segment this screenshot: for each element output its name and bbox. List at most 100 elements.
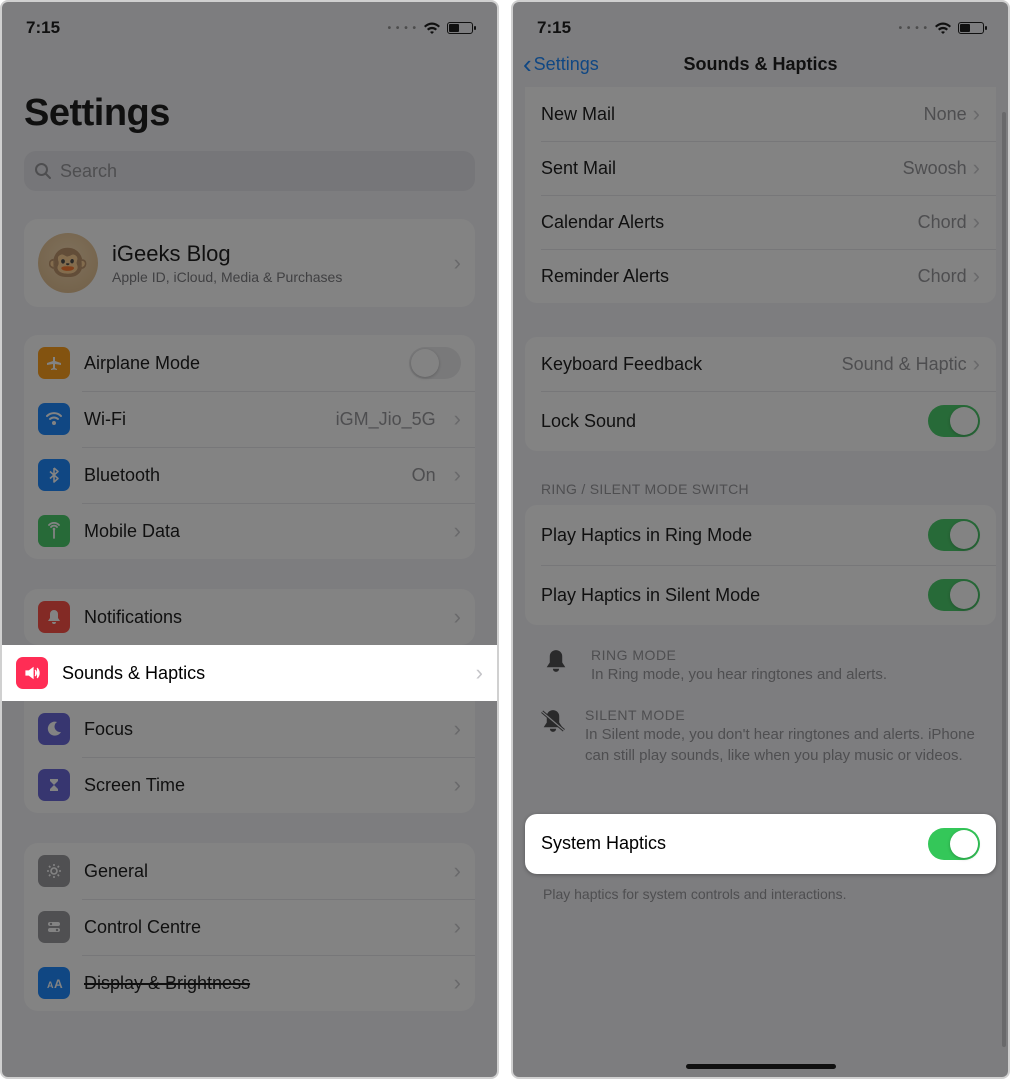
notifications-row[interactable]: Notifications ›	[24, 589, 475, 645]
home-indicator[interactable]	[686, 1064, 836, 1069]
chevron-right-icon: ›	[454, 914, 461, 940]
airplane-mode-row[interactable]: Airplane Mode	[24, 335, 475, 391]
keyboard-feedback-row[interactable]: Keyboard Feedback Sound & Haptic ›	[525, 337, 996, 391]
chevron-right-icon: ›	[973, 155, 980, 181]
moon-icon	[38, 713, 70, 745]
wifi-icon	[934, 22, 952, 35]
scrollbar[interactable]	[1002, 112, 1006, 1047]
back-label: Settings	[534, 54, 599, 75]
row-label: Lock Sound	[541, 411, 928, 432]
airplane-toggle[interactable]	[409, 347, 461, 379]
bell-icon	[539, 647, 573, 685]
row-label: New Mail	[541, 104, 924, 125]
haptics-ring-row[interactable]: Play Haptics in Ring Mode	[525, 505, 996, 565]
sounds-haptics-screen: 7:15 • • • • ‹ Settings Sounds & Haptics…	[511, 0, 1010, 1079]
haptics-silent-row[interactable]: Play Haptics in Silent Mode	[525, 565, 996, 625]
svg-text:A: A	[47, 980, 54, 990]
search-input[interactable]: Search	[24, 151, 475, 191]
row-value: Sound & Haptic	[842, 354, 967, 375]
haptics-ring-toggle[interactable]	[928, 519, 980, 551]
text-size-icon: AA	[38, 967, 70, 999]
row-label: Calendar Alerts	[541, 212, 918, 233]
calendar-alerts-row[interactable]: Calendar Alerts Chord ›	[525, 195, 996, 249]
chevron-right-icon: ›	[454, 250, 461, 276]
general-row[interactable]: General ›	[24, 843, 475, 899]
row-label: Keyboard Feedback	[541, 354, 842, 375]
row-label: Play Haptics in Ring Mode	[541, 525, 928, 546]
wifi-row[interactable]: Wi-Fi iGM_Jio_5G ›	[24, 391, 475, 447]
sliders-icon	[38, 911, 70, 943]
row-label: Focus	[84, 719, 440, 740]
section-header: RING / SILENT MODE SWITCH	[525, 481, 996, 505]
chevron-right-icon: ›	[454, 462, 461, 488]
chevron-right-icon: ›	[454, 772, 461, 798]
sounds-haptics-row[interactable]: Sounds & Haptics ›	[2, 645, 497, 701]
battery-icon	[447, 22, 473, 34]
chevron-right-icon: ›	[454, 858, 461, 884]
nav-title: Sounds & Haptics	[683, 54, 837, 75]
avatar: 🐵	[38, 233, 98, 293]
row-value: Chord	[918, 212, 967, 233]
system-haptics-toggle[interactable]	[928, 828, 980, 860]
footer-note: Play haptics for system controls and int…	[525, 876, 996, 902]
system-haptics-row[interactable]: System Haptics	[525, 814, 996, 874]
chevron-right-icon: ›	[973, 263, 980, 289]
row-label: Sent Mail	[541, 158, 903, 179]
row-label: General	[84, 861, 440, 882]
row-label: Reminder Alerts	[541, 266, 918, 287]
lock-sound-toggle[interactable]	[928, 405, 980, 437]
new-mail-row[interactable]: New Mail None ›	[525, 87, 996, 141]
search-icon	[34, 162, 52, 180]
cellular-icon: • • • •	[388, 23, 417, 34]
reminder-alerts-row[interactable]: Reminder Alerts Chord ›	[525, 249, 996, 303]
row-label: System Haptics	[541, 833, 928, 854]
row-value: Swoosh	[903, 158, 967, 179]
airplane-icon	[38, 347, 70, 379]
settings-screen: 7:15 • • • • Settings Search 🐵	[0, 0, 499, 1079]
chevron-right-icon: ›	[454, 604, 461, 630]
row-label: Sounds & Haptics	[62, 663, 462, 684]
desc-heading: RING MODE	[591, 647, 887, 663]
search-placeholder: Search	[60, 161, 117, 182]
row-label: Notifications	[84, 607, 440, 628]
cellular-icon: • • • •	[899, 23, 928, 34]
row-label: Screen Time	[84, 775, 440, 796]
status-time: 7:15	[26, 18, 60, 38]
row-label: Mobile Data	[84, 521, 440, 542]
row-value: On	[412, 465, 436, 486]
status-bar: 7:15 • • • •	[513, 2, 1008, 46]
chevron-left-icon: ‹	[523, 49, 532, 80]
chevron-right-icon: ›	[973, 209, 980, 235]
apple-id-row[interactable]: 🐵 iGeeks Blog Apple ID, iCloud, Media & …	[24, 219, 475, 307]
chevron-right-icon: ›	[454, 970, 461, 996]
display-brightness-row[interactable]: AA Display & Brightness ›	[24, 955, 475, 1011]
chevron-right-icon: ›	[454, 406, 461, 432]
svg-text:A: A	[54, 977, 63, 991]
silent-mode-description: SILENT MODE In Silent mode, you don't he…	[525, 699, 996, 780]
row-value: iGM_Jio_5G	[336, 409, 436, 430]
row-label: Display & Brightness	[84, 973, 440, 994]
row-label: Wi-Fi	[84, 409, 322, 430]
focus-row[interactable]: Focus ›	[24, 701, 475, 757]
gear-icon	[38, 855, 70, 887]
screen-time-row[interactable]: Screen Time ›	[24, 757, 475, 813]
profile-sub: Apple ID, iCloud, Media & Purchases	[112, 269, 342, 285]
row-value: Chord	[918, 266, 967, 287]
desc-body: In Silent mode, you don't hear ringtones…	[585, 725, 982, 766]
back-button[interactable]: ‹ Settings	[523, 49, 599, 80]
bluetooth-row[interactable]: Bluetooth On ›	[24, 447, 475, 503]
lock-sound-row[interactable]: Lock Sound	[525, 391, 996, 451]
chevron-right-icon: ›	[454, 716, 461, 742]
haptics-silent-toggle[interactable]	[928, 579, 980, 611]
row-label: Bluetooth	[84, 465, 398, 486]
wifi-icon	[38, 403, 70, 435]
row-label: Control Centre	[84, 917, 440, 938]
control-centre-row[interactable]: Control Centre ›	[24, 899, 475, 955]
mobile-data-row[interactable]: Mobile Data ›	[24, 503, 475, 559]
ring-mode-description: RING MODE In Ring mode, you hear rington…	[525, 639, 996, 699]
desc-heading: SILENT MODE	[585, 707, 982, 723]
row-label: Play Haptics in Silent Mode	[541, 585, 928, 606]
row-label: Airplane Mode	[84, 353, 395, 374]
sent-mail-row[interactable]: Sent Mail Swoosh ›	[525, 141, 996, 195]
page-title: Settings	[24, 92, 475, 135]
